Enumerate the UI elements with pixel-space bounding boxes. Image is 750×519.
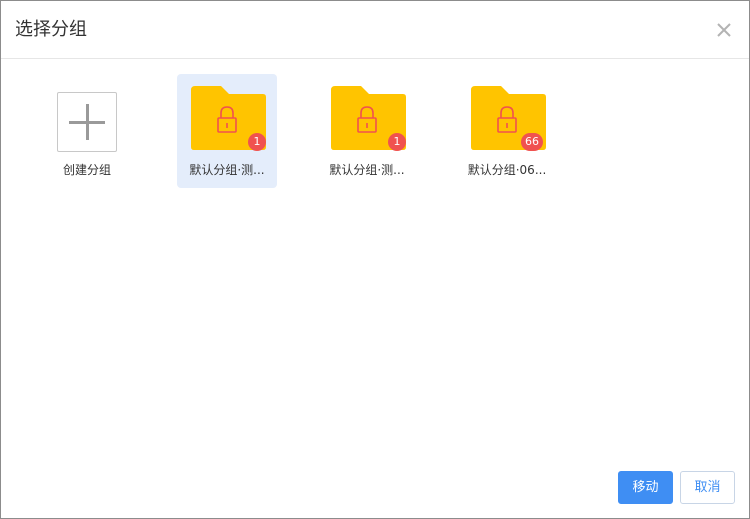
close-icon <box>717 23 731 37</box>
folder-label: 默认分组·测... <box>189 163 265 177</box>
folder-label: 默认分组·测... <box>329 163 405 177</box>
item-count-badge: 1 <box>248 133 266 151</box>
folder-tile-2[interactable]: 1 默认分组·测... <box>317 74 417 188</box>
folder-tile-1[interactable]: 1 默认分组·测... <box>177 74 277 188</box>
select-group-dialog: 选择分组 创建分组 1 默认分组·测... 1 默认分组·测... 66 默认分… <box>0 0 750 519</box>
move-button[interactable]: 移动 <box>618 471 673 504</box>
folder-tile-3[interactable]: 66 默认分组·06... <box>457 74 557 188</box>
group-tiles: 创建分组 1 默认分组·测... 1 默认分组·测... 66 默认分组·06.… <box>1 59 749 459</box>
close-button[interactable] <box>713 19 735 41</box>
folder-label: 默认分组·06... <box>467 163 547 177</box>
item-count-badge: 66 <box>521 133 543 151</box>
item-count-badge: 1 <box>388 133 406 151</box>
plus-icon <box>57 92 117 152</box>
dialog-header: 选择分组 <box>1 1 749 59</box>
dialog-title: 选择分组 <box>15 19 87 40</box>
cancel-button[interactable]: 取消 <box>680 471 735 504</box>
create-group-label: 创建分组 <box>62 163 111 177</box>
create-group-tile[interactable]: 创建分组 <box>37 74 137 188</box>
